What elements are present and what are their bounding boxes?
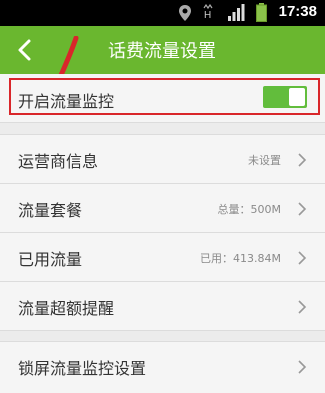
chevron-right-icon xyxy=(298,153,307,167)
list-item-value: 未设置 xyxy=(248,154,281,167)
clock: 17:38 xyxy=(278,3,317,20)
list-item-used-data[interactable]: 已用流量 已用：413.84M xyxy=(0,233,325,282)
list-item-label: 流量超额提醒 xyxy=(18,299,115,318)
list-item-value: 已用：413.84M xyxy=(200,252,281,265)
lock-group: 锁屏流量监控设置 xyxy=(0,341,325,393)
settings-group: 运营商信息 未设置 流量套餐 总量：500M 已用流量 已用：413.84M 流… xyxy=(0,134,325,331)
location-icon xyxy=(179,5,191,21)
list-item-label: 锁屏流量监控设置 xyxy=(18,359,147,378)
list-item-value: 总量：500M xyxy=(217,203,282,216)
list-item-data-plan[interactable]: 流量套餐 总量：500M xyxy=(0,184,325,233)
chevron-right-icon xyxy=(298,360,307,374)
chevron-right-icon xyxy=(298,202,307,216)
chevron-left-icon[interactable] xyxy=(14,38,38,62)
title-bar: 话费流量设置 xyxy=(0,26,325,74)
hspa-icon: H xyxy=(204,10,212,21)
battery-icon xyxy=(256,3,267,22)
chevron-right-icon xyxy=(298,251,307,265)
status-bar: H 17:38 xyxy=(0,0,325,26)
signal-icon xyxy=(228,4,245,21)
list-item-label: 运营商信息 xyxy=(18,152,99,171)
chevron-right-icon xyxy=(298,300,307,314)
list-item-label: 流量套餐 xyxy=(18,201,83,220)
list-item-overage-alert[interactable]: 流量超额提醒 xyxy=(0,282,325,331)
list-item-lockscreen-monitor[interactable]: 锁屏流量监控设置 xyxy=(0,342,325,390)
list-item-label: 已用流量 xyxy=(18,250,83,269)
annotation-highlight-box xyxy=(9,78,320,115)
list-item-carrier-info[interactable]: 运营商信息 未设置 xyxy=(0,135,325,184)
page-title: 话费流量设置 xyxy=(108,41,216,62)
